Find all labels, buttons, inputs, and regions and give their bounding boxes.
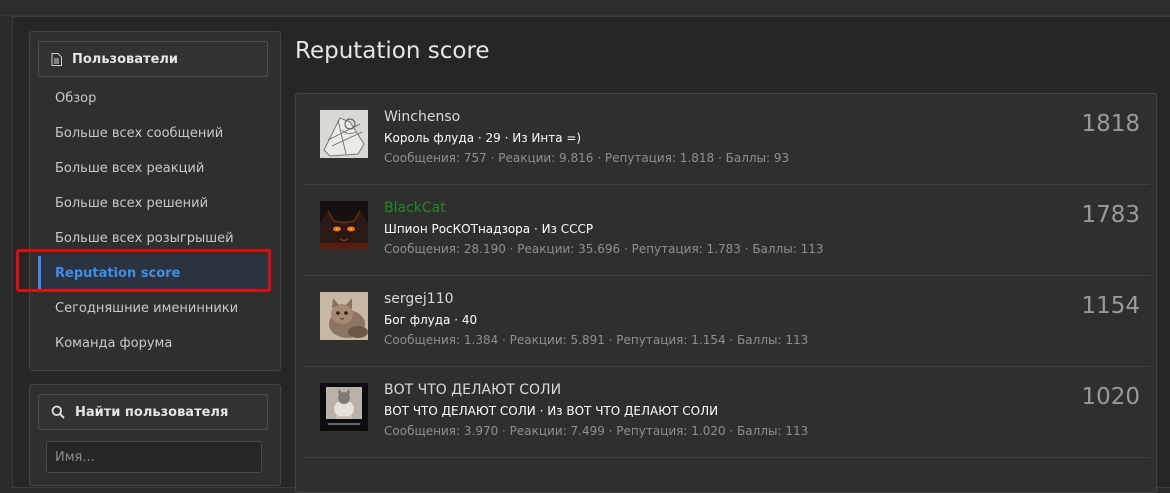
top-bar bbox=[0, 0, 1170, 16]
member-row: ВОТ ЧТО ДЕЛАЮТ СОЛИ ВОТ ЧТО ДЕЛАЮТ СОЛИ … bbox=[304, 367, 1150, 458]
member-row: Winchenso Король флуда · 29 · Из Инта =)… bbox=[304, 94, 1150, 185]
user-title: Бог флуда · 40 bbox=[384, 313, 478, 327]
find-user-heading: Найти пользователя bbox=[38, 394, 268, 430]
nav-overview[interactable]: Обзор bbox=[38, 81, 272, 116]
user-stats: Сообщения: 757 · Реакции: 9.816 · Репута… bbox=[384, 151, 790, 165]
nav-most-reactions[interactable]: Больше всех реакций bbox=[38, 151, 272, 186]
nav-label: Больше всех сообщений bbox=[55, 126, 224, 141]
username-link[interactable]: ВОТ ЧТО ДЕЛАЮТ СОЛИ bbox=[384, 382, 561, 398]
username-link[interactable]: sergej110 bbox=[384, 291, 454, 307]
username-link[interactable]: Winchenso bbox=[384, 109, 460, 125]
user-stats: Сообщения: 3.970 · Реакции: 7.499 · Репу… bbox=[384, 424, 809, 438]
search-icon bbox=[51, 405, 65, 419]
reputation-score-value: 1818 bbox=[1081, 111, 1140, 137]
nav-most-messages[interactable]: Больше всех сообщений bbox=[38, 116, 272, 151]
nav-label: Больше всех решений bbox=[55, 196, 209, 211]
nav-label: Больше всех реакций bbox=[55, 161, 205, 176]
find-user-block: Найти пользователя bbox=[29, 384, 281, 486]
nav-label: Обзор bbox=[55, 91, 97, 106]
document-icon bbox=[51, 52, 62, 66]
username-link[interactable]: BlackCat bbox=[384, 200, 446, 216]
user-stats: Сообщения: 1.384 · Реакции: 5.891 · Репу… bbox=[384, 333, 809, 347]
reputation-score-value: 1020 bbox=[1081, 384, 1140, 410]
find-user-input[interactable] bbox=[46, 441, 262, 473]
avatar[interactable] bbox=[320, 383, 368, 431]
selection-highlight-box bbox=[16, 249, 271, 292]
find-user-heading-label: Найти пользователя bbox=[75, 404, 229, 420]
user-title: Шпион РосКОТнадзора · Из СССР bbox=[384, 222, 594, 236]
users-nav-block: Пользователи Обзор Больше всех сообщений… bbox=[29, 31, 281, 371]
user-stats: Сообщения: 28.190 · Реакции: 35.696 · Ре… bbox=[384, 242, 824, 256]
nav-birthdays-today[interactable]: Сегодняшние именинники bbox=[38, 291, 272, 326]
member-row: sergej110 Бог флуда · 40 Сообщения: 1.38… bbox=[304, 276, 1150, 367]
member-list: Winchenso Король флуда · 29 · Из Инта =)… bbox=[295, 93, 1157, 493]
nav-label: Сегодняшние именинники bbox=[55, 301, 239, 316]
nav-forum-team[interactable]: Команда форума bbox=[38, 326, 272, 361]
user-title: Король флуда · 29 · Из Инта =) bbox=[384, 131, 582, 145]
users-heading-label: Пользователи bbox=[72, 51, 179, 67]
avatar[interactable] bbox=[320, 292, 368, 340]
page-title: Reputation score bbox=[295, 38, 490, 64]
reputation-score-value: 1783 bbox=[1081, 202, 1140, 228]
nav-label: Команда форума bbox=[55, 336, 173, 351]
users-block-heading: Пользователи bbox=[38, 41, 268, 77]
user-title: ВОТ ЧТО ДЕЛАЮТ СОЛИ · Из ВОТ ЧТО ДЕЛАЮТ … bbox=[384, 404, 719, 418]
avatar[interactable] bbox=[320, 201, 368, 249]
member-row: BlackCat Шпион РосКОТнадзора · Из СССР С… bbox=[304, 185, 1150, 276]
avatar[interactable] bbox=[320, 110, 368, 158]
nav-most-solutions[interactable]: Больше всех решений bbox=[38, 186, 272, 221]
nav-label: Больше всех розыгрышей bbox=[55, 231, 234, 246]
reputation-score-value: 1154 bbox=[1081, 293, 1140, 319]
